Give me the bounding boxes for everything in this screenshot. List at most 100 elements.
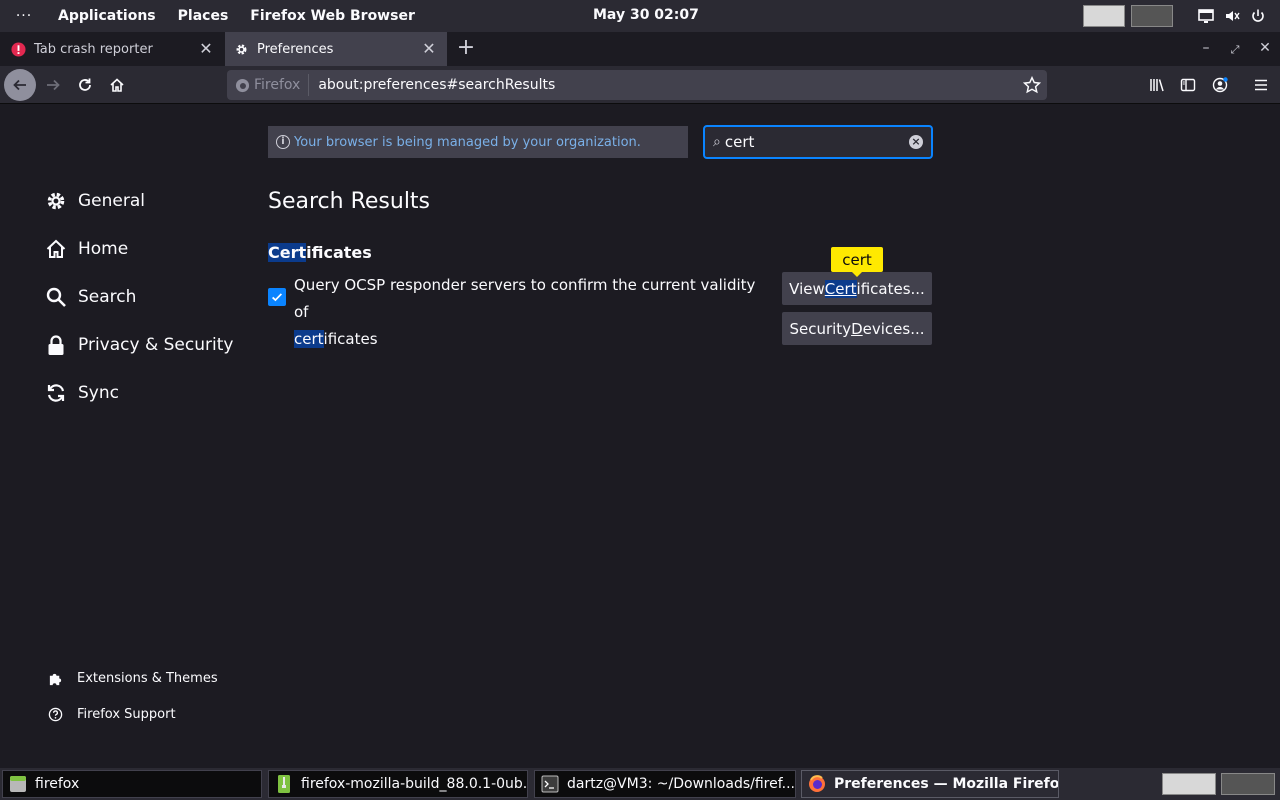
info-icon: i: [276, 135, 290, 149]
category-home[interactable]: Home: [44, 237, 128, 261]
home-icon: [44, 237, 68, 261]
taskbar: firefox firefox-mozilla-build_88.0.1-0ub…: [0, 768, 1280, 800]
bookmark-star-icon[interactable]: [1023, 76, 1041, 94]
taskbar-label: firefox-mozilla-build_88.0.1-0ub...: [301, 776, 528, 792]
tab-strip: Tab crash reporter ✕ Preferences ✕: [0, 32, 1280, 66]
tab-label: Tab crash reporter: [34, 41, 153, 57]
policy-notice[interactable]: i Your browser is being managed by your …: [268, 126, 688, 158]
ocsp-label[interactable]: Query OCSP responder servers to confirm …: [294, 272, 764, 353]
tab-label: Preferences: [257, 41, 334, 57]
taskbar-label: firefox: [35, 776, 80, 792]
volume-muted-icon[interactable]: [1223, 7, 1241, 25]
library-icon[interactable]: [1142, 70, 1172, 100]
button-text: Security: [789, 319, 852, 338]
forward-button[interactable]: [38, 70, 68, 100]
search-icon: [44, 285, 68, 309]
workspace-1[interactable]: [1083, 5, 1125, 27]
taskbar-item-archive[interactable]: firefox-mozilla-build_88.0.1-0ub...: [268, 770, 528, 798]
back-button[interactable]: [4, 69, 36, 101]
close-window-icon[interactable]: ✕: [1256, 40, 1274, 58]
heading-rest: ificates: [306, 243, 372, 262]
screen-icon[interactable]: [1197, 7, 1215, 25]
clear-search-icon[interactable]: ×: [909, 135, 923, 149]
account-icon[interactable]: [1205, 70, 1235, 100]
firefox-icon: [235, 78, 250, 92]
navigation-toolbar: Firefox about:preferences#searchResults: [0, 66, 1280, 104]
clock[interactable]: May 30 02:07: [593, 7, 699, 23]
taskbar-workspace-2[interactable]: [1221, 773, 1275, 795]
category-search[interactable]: Search: [44, 285, 136, 309]
taskbar-item-firefox-folder[interactable]: firefox: [2, 770, 262, 798]
search-highlight: Cert: [268, 243, 307, 262]
taskbar-workspace-1[interactable]: [1162, 773, 1216, 795]
system-top-bar: ··· Applications Places Firefox Web Brow…: [0, 0, 1280, 32]
close-tab-icon[interactable]: ✕: [198, 41, 214, 57]
close-tab-icon[interactable]: ✕: [421, 41, 437, 57]
url-text[interactable]: about:preferences#searchResults: [309, 77, 555, 93]
error-icon: [10, 41, 26, 57]
category-label: Search: [78, 287, 137, 307]
terminal-icon: [541, 775, 559, 793]
category-label: Sync: [78, 383, 119, 403]
firefox-icon: [809, 775, 825, 792]
sidebar-icon[interactable]: [1173, 70, 1203, 100]
button-text: View: [789, 279, 825, 298]
category-label: Privacy & Security: [78, 335, 234, 355]
firefox-support-link[interactable]: Firefox Support: [47, 706, 176, 722]
power-icon[interactable]: [1249, 7, 1267, 25]
checkmark-icon: [272, 293, 283, 302]
security-devices-button[interactable]: Security Devices...: [782, 312, 932, 345]
minimize-icon[interactable]: –: [1197, 40, 1215, 58]
home-button[interactable]: [102, 70, 132, 100]
reload-button[interactable]: [70, 70, 100, 100]
app-menu[interactable]: Firefox Web Browser: [250, 8, 415, 24]
workspace-2[interactable]: [1131, 5, 1173, 27]
new-tab-button[interactable]: +: [455, 37, 477, 60]
category-sync[interactable]: Sync: [44, 381, 119, 405]
preferences-page: i Your browser is being managed by your …: [0, 104, 1280, 768]
activities-button[interactable]: ···: [0, 8, 48, 24]
address-bar[interactable]: Firefox about:preferences#searchResults: [227, 70, 1047, 100]
taskbar-label: Preferences — Mozilla Firefox: [834, 776, 1059, 792]
hamburger-menu-icon[interactable]: [1246, 70, 1276, 100]
category-general[interactable]: General: [44, 189, 145, 213]
tab-crash-reporter[interactable]: Tab crash reporter ✕: [0, 32, 224, 66]
ocsp-label-line1: Query OCSP responder servers to confirm …: [294, 276, 756, 321]
search-value: cert: [724, 133, 755, 151]
tab-preferences[interactable]: Preferences ✕: [225, 32, 447, 66]
button-text: evices...: [862, 319, 925, 338]
category-label: General: [78, 191, 145, 211]
taskbar-label: dartz@VM3: ~/Downloads/firef...: [567, 776, 795, 792]
search-results-title: Search Results: [268, 189, 431, 214]
lock-icon: [44, 333, 68, 357]
search-match-tooltip: cert: [831, 247, 883, 277]
folder-icon: [10, 776, 26, 792]
category-label: Home: [78, 239, 129, 259]
gear-icon: [44, 189, 68, 213]
puzzle-icon: [47, 670, 63, 686]
policy-notice-text[interactable]: Your browser is being managed by your or…: [294, 135, 641, 150]
extensions-themes-link[interactable]: Extensions & Themes: [47, 670, 218, 686]
button-text: ificates...: [856, 279, 925, 298]
sync-icon: [44, 381, 68, 405]
identity-box[interactable]: Firefox: [227, 74, 310, 96]
preferences-search-input[interactable]: ⌕ cert ×: [703, 125, 933, 159]
footer-link-label: Extensions & Themes: [77, 670, 218, 686]
gear-icon: [233, 41, 249, 57]
maximize-icon[interactable]: ⤢: [1226, 40, 1244, 58]
footer-link-label: Firefox Support: [77, 706, 176, 722]
search-highlight: Cert: [824, 279, 857, 298]
search-highlight: cert: [294, 330, 324, 348]
button-accesskey: D: [851, 319, 863, 338]
category-privacy[interactable]: Privacy & Security: [44, 333, 233, 357]
taskbar-item-preferences[interactable]: Preferences — Mozilla Firefox: [801, 770, 1059, 798]
identity-label: Firefox: [254, 77, 301, 93]
taskbar-item-terminal[interactable]: dartz@VM3: ~/Downloads/firef...: [534, 770, 796, 798]
applications-menu[interactable]: Applications: [58, 8, 156, 24]
places-menu[interactable]: Places: [178, 8, 229, 24]
archive-icon: [278, 775, 290, 793]
search-icon: ⌕: [713, 134, 721, 150]
help-icon: [47, 706, 63, 722]
ocsp-label-rest: ificates: [323, 330, 378, 348]
ocsp-checkbox[interactable]: [268, 288, 286, 306]
